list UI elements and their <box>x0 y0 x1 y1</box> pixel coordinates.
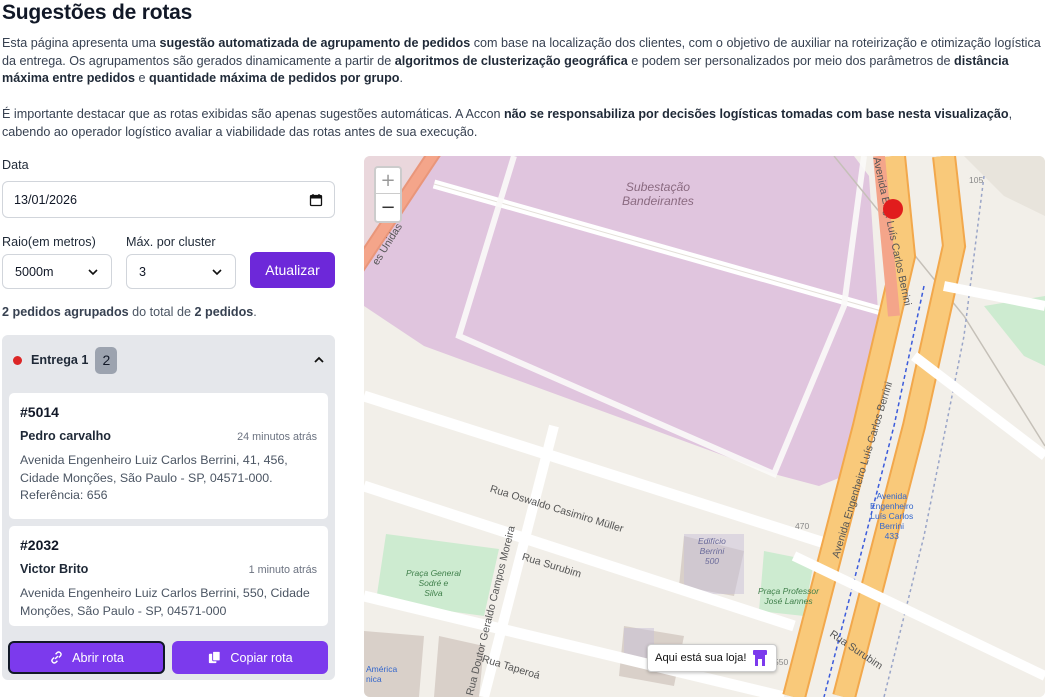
map-label-park: Praça Professor José Lannes <box>758 586 819 606</box>
map-label-building: América nica <box>366 664 398 684</box>
radius-select[interactable]: 5000m <box>2 254 112 289</box>
store-popup[interactable]: Aqui está sua loja! <box>647 644 778 672</box>
date-value: 13/01/2026 <box>14 192 78 207</box>
copy-icon <box>209 650 221 664</box>
map-tiles[interactable] <box>364 156 1045 697</box>
date-label: Data <box>2 158 29 172</box>
order-customer: Pedro carvalho <box>20 429 111 443</box>
order-card[interactable]: #5014 Pedro carvalho 24 minutos atrás Av… <box>9 393 328 519</box>
group-name: Entrega 1 <box>31 353 89 367</box>
summary-total: 2 pedidos <box>194 305 254 319</box>
map-label-number: 105 <box>969 175 984 185</box>
radius-label: Raio(em metros) <box>2 235 96 249</box>
intro-paragraph: Esta página apresenta uma sugestão autom… <box>2 36 1041 85</box>
zoom-in-button[interactable]: + <box>376 168 400 194</box>
store-icon <box>753 650 768 666</box>
chevron-down-icon <box>88 268 98 275</box>
copy-route-button[interactable]: Copiar rota <box>172 641 328 674</box>
cluster-label: Máx. por cluster <box>126 235 216 249</box>
date-input[interactable]: 13/01/2026 <box>2 181 335 218</box>
copy-route-label: Copiar rota <box>230 650 293 665</box>
order-time: 1 minuto atrás <box>248 564 317 576</box>
radius-value: 5000m <box>15 264 54 279</box>
order-id: #2032 <box>20 537 59 553</box>
map-label-park: Praça General Sodré e Silva <box>406 568 461 598</box>
order-id: #5014 <box>20 404 59 420</box>
link-icon <box>51 651 62 664</box>
group-header[interactable]: Entrega 1 2 <box>2 335 335 385</box>
chevron-up-icon[interactable] <box>313 354 325 366</box>
summary-end: . <box>253 305 257 319</box>
cluster-value: 3 <box>139 264 147 279</box>
summary-text: 2 pedidos agrupados do total de 2 pedido… <box>2 305 257 319</box>
order-card[interactable]: #2032 Victor Brito 1 minuto atrás Avenid… <box>9 526 328 626</box>
chevron-down-icon <box>212 268 222 275</box>
order-time: 24 minutos atrás <box>237 431 317 443</box>
order-address: Avenida Engenheiro Luiz Carlos Berrini, … <box>20 452 317 505</box>
store-popup-text: Aqui está sua loja! <box>655 652 747 664</box>
map-label-number: 470 <box>795 521 810 531</box>
summary-grouped: 2 pedidos agrupados <box>2 305 129 319</box>
disclaimer-paragraph: É importante destacar que as rotas exibi… <box>2 107 1013 139</box>
map-label-substation: Subestação Bandeirantes <box>622 180 694 208</box>
zoom-control: + − <box>374 166 402 223</box>
open-route-button[interactable]: Abrir rota <box>8 641 165 674</box>
zoom-out-button[interactable]: − <box>376 194 400 220</box>
order-customer: Victor Brito <box>20 562 89 576</box>
calendar-icon[interactable] <box>309 193 323 207</box>
group-count-badge: 2 <box>95 346 118 374</box>
group-color-dot <box>13 355 22 365</box>
map[interactable]: + − Subestação Bandeirantes Rua Oswaldo … <box>364 156 1045 697</box>
order-marker[interactable] <box>883 199 903 219</box>
open-route-label: Abrir rota <box>72 650 124 665</box>
cluster-select[interactable]: 3 <box>126 254 236 289</box>
order-reference: Referência: 656 <box>20 488 108 502</box>
summary-middle: do total de <box>128 305 195 319</box>
update-button[interactable]: Atualizar <box>250 252 335 288</box>
map-label-building: Edifício Berrini 500 <box>698 536 726 566</box>
order-address: Avenida Engenheiro Luiz Carlos Berrini, … <box>20 586 310 618</box>
page-title: Sugestões de rotas <box>2 1 193 24</box>
map-label-bus-stop: Avenida Engenheiro Luís Carlos Berrini 4… <box>870 491 914 541</box>
group-panel: Entrega 1 2 #5014 Pedro carvalho 24 minu… <box>2 335 335 680</box>
